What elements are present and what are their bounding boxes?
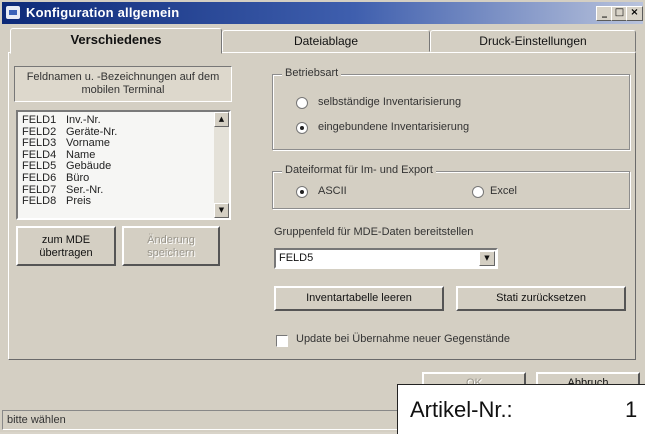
radio-standalone[interactable] (296, 97, 308, 109)
list-item[interactable]: FELD6 Büro (22, 171, 229, 185)
operating-mode-group (272, 74, 630, 150)
group-field-value: FELD5 (279, 252, 314, 264)
save-changes-button[interactable]: Änderung speichern (122, 226, 220, 266)
radio-integrated[interactable] (296, 122, 308, 134)
radio-ascii[interactable] (296, 186, 308, 198)
field-key: FELD1 (22, 114, 57, 126)
list-item[interactable]: FELD8 Preis (22, 196, 229, 208)
list-item[interactable]: FELD1 Inv.-Nr. (22, 114, 229, 127)
field-names-label: Feldnamen u. -Bezeichnungen auf dem mobi… (14, 66, 232, 102)
group-field-select[interactable]: FELD5 (274, 248, 498, 269)
window-title: Konfiguration allgemein (26, 5, 180, 20)
list-scrollbar[interactable]: ▲ ▼ (214, 112, 229, 218)
tab-druck-einstellungen[interactable]: Druck-Einstellungen (430, 30, 636, 52)
reset-status-button[interactable]: Stati zurücksetzen (456, 286, 626, 311)
radio-standalone-label[interactable]: selbständige Inventarisierung (318, 96, 461, 108)
article-number-label: Artikel-Nr.: (410, 397, 513, 422)
radio-excel-label[interactable]: Excel (490, 185, 517, 197)
article-number-value: 1 (625, 397, 638, 422)
scroll-up-arrow-icon[interactable]: ▲ (214, 112, 229, 127)
article-number-overlay: Artikel-Nr.: 1 (397, 384, 645, 434)
tab-verschiedenes[interactable]: Verschiedenes (10, 28, 222, 54)
config-window: Konfiguration allgemein _ □ × Verschiede… (0, 0, 645, 434)
operating-mode-title: Betriebsart (282, 67, 342, 79)
field-key: FELD6 (22, 171, 57, 184)
title-bar[interactable]: Konfiguration allgemein _ □ × (2, 2, 643, 24)
update-checkbox[interactable] (276, 335, 288, 347)
scroll-down-arrow-icon[interactable]: ▼ (214, 203, 229, 218)
app-icon (6, 6, 20, 19)
radio-integrated-label[interactable]: eingebundene Inventarisierung (318, 121, 469, 133)
field-value: Büro (66, 171, 90, 184)
group-field-label: Gruppenfeld für MDE-Daten bereitstellen (274, 226, 474, 238)
field-value: Preis (66, 195, 92, 208)
update-checkbox-label[interactable]: Update bei Übernahme neuer Gegenstände (296, 333, 510, 345)
field-key: FELD8 (22, 195, 57, 208)
transfer-to-mde-button[interactable]: zum MDE übertragen (16, 226, 116, 266)
chevron-down-icon[interactable]: ▼ (479, 251, 495, 266)
clear-inventory-table-button[interactable]: Inventartabelle leeren (274, 286, 444, 311)
close-button[interactable]: × (626, 6, 643, 21)
tab-dateiablage[interactable]: Dateiablage (222, 30, 430, 52)
radio-excel[interactable] (472, 186, 484, 198)
file-format-title: Dateiformat für Im- und Export (282, 164, 436, 176)
field-value: Inv.-Nr. (66, 114, 101, 126)
field-listbox[interactable]: FELD1 Inv.-Nr. FELD2 Geräte-Nr. FELD3 Vorna… (16, 110, 231, 220)
radio-ascii-label[interactable]: ASCII (318, 185, 347, 197)
